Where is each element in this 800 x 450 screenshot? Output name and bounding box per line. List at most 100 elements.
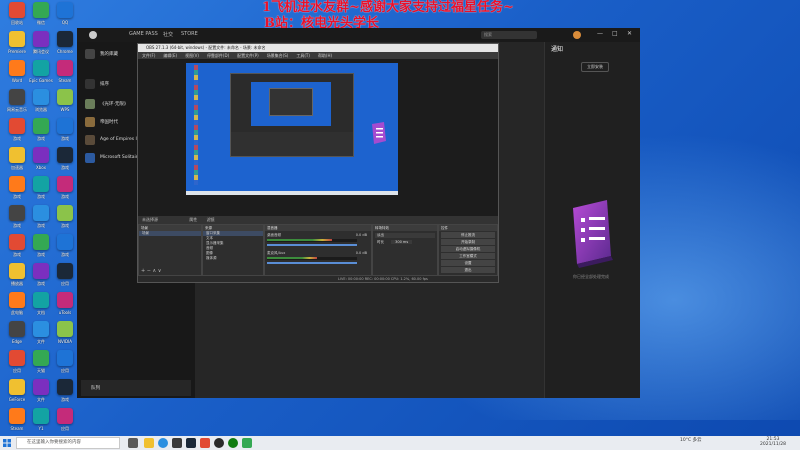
maximize-button[interactable]: □ (612, 30, 618, 37)
desktop-icon[interactable]: 游戏 (52, 147, 78, 177)
windows-start-icon[interactable] (3, 439, 11, 447)
desktop-icon[interactable]: Steam (52, 60, 78, 90)
app-icon (9, 60, 25, 76)
app-icon (9, 292, 25, 308)
install-now-button[interactable]: 立即安装 (581, 62, 609, 72)
sources-dock: 来源 窗口采集 文本 显示器采集 音频 图像 媒体源 (202, 224, 264, 276)
xbox-logo-icon[interactable] (89, 31, 97, 39)
mixer-header: 混音器 (265, 225, 371, 231)
obs-menu-item[interactable]: 场景集合(S) (267, 53, 289, 58)
nav-social[interactable]: 社交 (163, 31, 173, 38)
properties-button[interactable]: 属性 (189, 217, 197, 222)
mixer-meter-track (267, 239, 357, 242)
edge-icon[interactable] (158, 438, 168, 448)
clock-tray[interactable]: 21:53 2021/11/28 (760, 437, 786, 447)
desktop-icon[interactable]: QQ (52, 2, 78, 32)
steam-icon[interactable] (186, 438, 196, 448)
desktop-icon[interactable]: WPS (52, 89, 78, 119)
weather-tray[interactable]: 10°C 多云 (680, 438, 702, 443)
obs-menu-item[interactable]: 帮助(H) (318, 53, 332, 58)
no-source-selected-label: 未选择源 (142, 217, 158, 222)
netease-icon[interactable] (200, 438, 210, 448)
close-button[interactable]: ✕ (627, 30, 632, 37)
obs-menu-item[interactable]: 视图(V) (185, 53, 199, 58)
app-icon (9, 89, 25, 105)
mixer-volume-slider[interactable] (267, 244, 357, 246)
app-icon (33, 263, 49, 279)
desktop-icon[interactable]: NVIDIA (52, 321, 78, 351)
filters-button[interactable]: 滤镜 (207, 217, 215, 222)
obs-menu-item[interactable]: 配置文件(P) (237, 53, 259, 58)
overlay-line-1: 1飞机进水友群~感谢大家支持过福星任务~ (262, 0, 514, 15)
minimize-button[interactable]: — (597, 30, 603, 37)
obs-icon[interactable] (214, 438, 224, 448)
desktop-icon[interactable]: 应用 (52, 350, 78, 380)
obs-control-button[interactable]: 开始录制 (441, 239, 495, 245)
obs-control-button[interactable]: 退出 (441, 267, 495, 273)
obs-preview-area[interactable] (138, 59, 498, 216)
obs-control-button[interactable]: 设置 (441, 260, 495, 266)
document-illustration-icon (573, 200, 613, 268)
app-icon (57, 234, 73, 250)
app-icon (33, 60, 49, 76)
nested-taskbar (186, 191, 398, 195)
obs-menu-item[interactable]: 文件(F) (142, 53, 155, 58)
desktop-icon[interactable]: 游戏 (52, 379, 78, 409)
obs-menu-item[interactable]: 工具(T) (296, 53, 310, 58)
xbox-icon[interactable] (228, 438, 238, 448)
obs-control-button[interactable]: 停止推流 (441, 232, 495, 238)
desktop-icon-label: 游戏 (61, 252, 69, 257)
app-icon (33, 2, 49, 18)
download-queue-button[interactable]: 队列 (81, 380, 191, 396)
app-icon (33, 321, 49, 337)
obs-menu-item[interactable]: 编辑(E) (163, 53, 177, 58)
game-solitaire-icon (85, 153, 95, 163)
obs-canvas[interactable] (186, 63, 398, 195)
desktop-icon-label: Steam (58, 78, 72, 83)
desktop-icon[interactable]: 游戏 (52, 176, 78, 206)
desktop-icon[interactable]: 游戏 (52, 205, 78, 235)
mixer-meter-fill (267, 239, 332, 241)
nav-game-pass[interactable]: GAME PASS (129, 31, 158, 37)
obs-titlebar: OBS 27.1.3 (64-bit, windows) - 配置文件: 未命名… (138, 44, 498, 52)
desktop-icon-label: 应用 (61, 281, 69, 286)
desktop-icon[interactable]: 游戏 (52, 234, 78, 264)
desktop-icon-label: 游戏 (61, 165, 69, 170)
source-list-item[interactable]: 媒体源 (203, 256, 263, 261)
scene-list-item[interactable]: 场景 (139, 231, 201, 236)
file-explorer-icon[interactable] (144, 438, 154, 448)
avatar[interactable] (573, 31, 581, 39)
clock-date: 2021/11/28 (760, 442, 786, 447)
obs-menubar: 文件(F) 编辑(E) 视图(V) 停靠部件(D) 配置文件(P) 场景集合(S) 工具(T… (138, 52, 498, 59)
desktop-icon-label: Chrome (57, 49, 73, 54)
obs-menu-item[interactable]: 停靠部件(D) (207, 53, 229, 58)
app-icon (9, 408, 25, 424)
desktop-icon[interactable]: Chrome (52, 31, 78, 61)
obs-control-button[interactable]: 工作室模式 (441, 253, 495, 259)
nav-store[interactable]: STORE (181, 31, 198, 37)
desktop-icon-label: 应用 (61, 426, 69, 431)
desktop-icon-label: uTools (58, 310, 72, 315)
obs-control-button[interactable]: 启动虚拟摄像机 (441, 246, 495, 252)
app-icon (57, 60, 73, 76)
desktop-icon[interactable]: 应用 (52, 408, 78, 438)
mixer-volume-slider[interactable] (267, 262, 357, 264)
game-halo-icon (85, 99, 95, 109)
duration-input[interactable]: 300 ms (391, 240, 413, 244)
taskbar-search-input[interactable]: 在这里输入你要搜索的内容 (16, 437, 120, 449)
desktop-icon[interactable]: uTools (52, 292, 78, 322)
app-icon (9, 31, 25, 47)
xbox-search-input[interactable]: 搜索 (481, 31, 537, 39)
transition-select[interactable]: 淡出 (375, 233, 435, 238)
desktop-icon[interactable]: 应用 (52, 263, 78, 293)
app-icon (57, 31, 73, 47)
wechat-icon[interactable] (242, 438, 252, 448)
mixer-track-name: 桌面音频 (267, 233, 281, 237)
desktop-icon[interactable]: 游戏 (52, 118, 78, 148)
store-icon[interactable] (172, 438, 182, 448)
taskbar: 在这里输入你要搜索的内容 10°C 多云 21:53 2021/11/28 (0, 436, 800, 450)
app-icon (9, 118, 25, 134)
scene-add-remove-buttons[interactable]: + − ∧ ∨ (141, 268, 161, 274)
mixer-track-name: 麦克风/Aux (267, 251, 286, 255)
task-view-icon[interactable] (128, 438, 138, 448)
